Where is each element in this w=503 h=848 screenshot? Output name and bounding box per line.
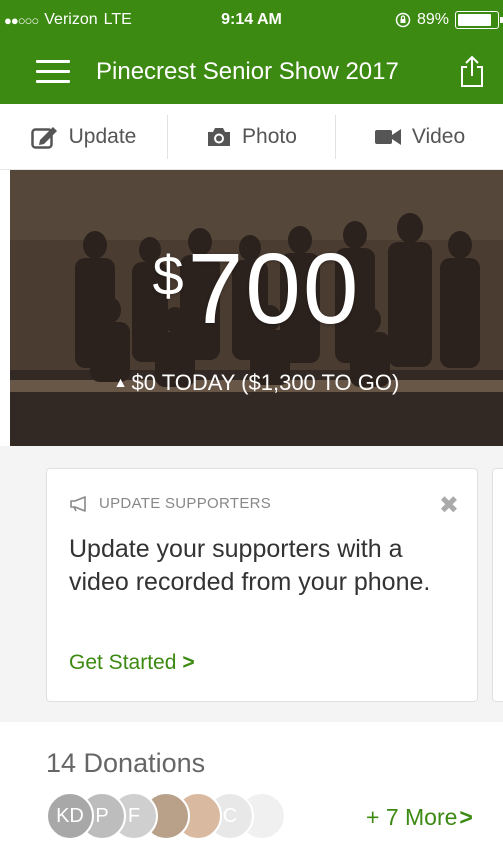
battery-percent: 89% xyxy=(416,11,449,28)
action-bar: Update Photo Video xyxy=(0,104,503,170)
donations-count: 14 Donations xyxy=(46,748,206,778)
megaphone-icon xyxy=(70,495,86,512)
update-label: Update xyxy=(68,124,137,148)
more-label: + 7 More xyxy=(366,804,458,830)
today-text: $0 TODAY ($1,300 TO GO) xyxy=(131,370,400,395)
currency-symbol: $ xyxy=(152,244,186,307)
close-icon[interactable]: ✖ xyxy=(439,491,459,520)
campaign-hero-image: $700 ▲ $0 TODAY ($1,300 TO GO) xyxy=(10,170,503,446)
raised-amount: $700 xyxy=(10,232,503,347)
status-right: 89% xyxy=(395,11,503,29)
menu-icon[interactable] xyxy=(36,60,70,86)
up-arrow-icon: ▲ xyxy=(113,374,128,390)
rotation-lock-icon xyxy=(395,12,411,28)
battery-icon xyxy=(455,11,503,29)
camera-icon xyxy=(208,127,231,146)
video-button[interactable]: Video xyxy=(336,104,503,169)
get-started-link[interactable]: Get Started > xyxy=(69,651,195,675)
photo-label: Photo xyxy=(242,124,297,148)
more-donations-link[interactable]: + 7 More> xyxy=(366,804,473,831)
card-body: Update your supporters with a video reco… xyxy=(69,535,431,596)
nav-bar: Pinecrest Senior Show 2017 xyxy=(0,44,503,104)
chevron-right-icon: > xyxy=(182,651,195,674)
donor-avatars[interactable]: KD P F C xyxy=(46,792,316,840)
card-header: UPDATE SUPPORTERS xyxy=(69,495,271,512)
photo-button[interactable]: Photo xyxy=(168,104,335,169)
donor-avatar[interactable]: KD xyxy=(46,792,94,840)
status-bar: ●●○○○ Verizon LTE 9:14 AM 89% xyxy=(0,0,503,44)
today-progress: ▲ $0 TODAY ($1,300 TO GO) xyxy=(10,370,503,396)
get-started-label: Get Started xyxy=(69,651,177,674)
video-camera-icon xyxy=(374,128,401,145)
pencil-square-icon xyxy=(30,126,57,149)
chevron-right-icon: > xyxy=(459,804,473,830)
amount-value: 700 xyxy=(187,233,361,345)
update-supporters-card: UPDATE SUPPORTERS ✖ Update your supporte… xyxy=(46,468,478,702)
share-icon[interactable] xyxy=(457,54,487,88)
video-label: Video xyxy=(411,124,466,148)
page-title: Pinecrest Senior Show 2017 xyxy=(96,58,399,85)
next-card-peek[interactable] xyxy=(492,468,503,702)
card-header-label: UPDATE SUPPORTERS xyxy=(99,495,272,512)
update-button[interactable]: Update xyxy=(0,104,167,169)
